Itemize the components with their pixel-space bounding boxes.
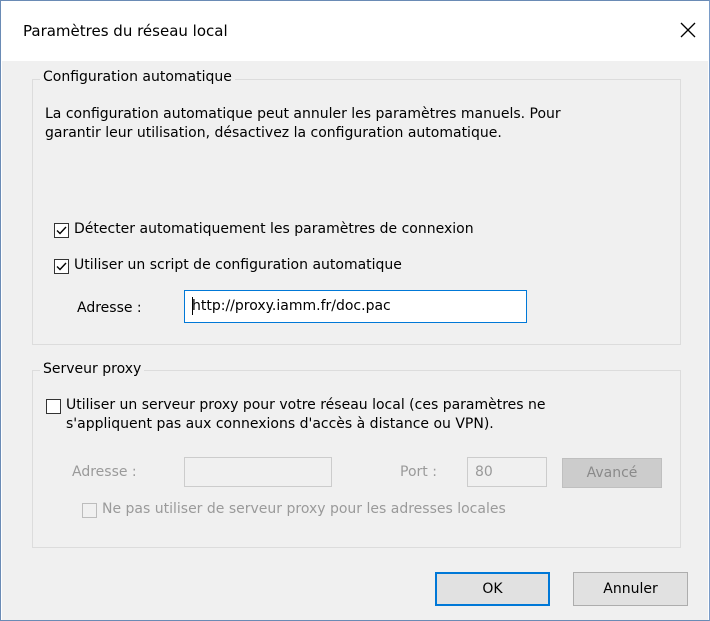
detect-settings-label[interactable]: Détecter automatiquement les paramètres … [74, 221, 474, 237]
proxy-server-group-title: Serveur proxy [40, 361, 145, 377]
advanced-button[interactable]: Avancé [562, 458, 662, 488]
close-button[interactable] [673, 15, 703, 45]
cancel-button[interactable]: Annuler [573, 572, 688, 606]
cancel-button-label: Annuler [603, 581, 658, 597]
proxy-port-value: 80 [475, 464, 493, 480]
proxy-address-input[interactable] [184, 457, 332, 487]
script-address-value: http://proxy.iamm.fr/doc.pac [192, 298, 391, 314]
ok-button-label: OK [482, 581, 503, 597]
ok-button[interactable]: OK [435, 572, 550, 606]
script-address-input[interactable]: http://proxy.iamm.fr/doc.pac [184, 290, 527, 323]
auto-config-script-checkbox[interactable] [54, 259, 69, 274]
bypass-local-label[interactable]: Ne pas utiliser de serveur proxy pour le… [102, 501, 506, 517]
advanced-button-label: Avancé [586, 465, 638, 481]
use-proxy-checkbox[interactable] [46, 399, 61, 414]
detect-settings-checkbox[interactable] [54, 223, 69, 238]
auto-config-description-line2: garantir leur utilisation, désactivez la… [45, 125, 502, 141]
auto-config-script-label[interactable]: Utiliser un script de configuration auto… [74, 257, 402, 273]
title-bar: Paramètres du réseau local [1, 1, 709, 61]
dialog-title: Paramètres du réseau local [23, 22, 228, 40]
text-caret [192, 297, 193, 315]
dialog-body: Configuration automatique La configurati… [2, 61, 708, 620]
use-proxy-label-line2[interactable]: s'appliquent pas aux connexions d'accès … [66, 416, 494, 432]
proxy-port-label: Port : [400, 464, 437, 480]
proxy-address-label: Adresse : [72, 464, 137, 480]
bypass-local-checkbox[interactable] [82, 503, 97, 518]
lan-settings-dialog: Paramètres du réseau local Configuration… [0, 0, 710, 621]
use-proxy-label-line1[interactable]: Utiliser un serveur proxy pour votre rés… [66, 397, 546, 413]
script-address-label: Adresse : [77, 300, 142, 316]
close-icon [680, 22, 696, 38]
proxy-port-input[interactable]: 80 [467, 457, 547, 487]
checkmark-icon [56, 262, 67, 271]
checkmark-icon [56, 226, 67, 235]
auto-config-description-line1: La configuration automatique peut annule… [45, 106, 561, 122]
auto-config-group-title: Configuration automatique [40, 69, 235, 85]
